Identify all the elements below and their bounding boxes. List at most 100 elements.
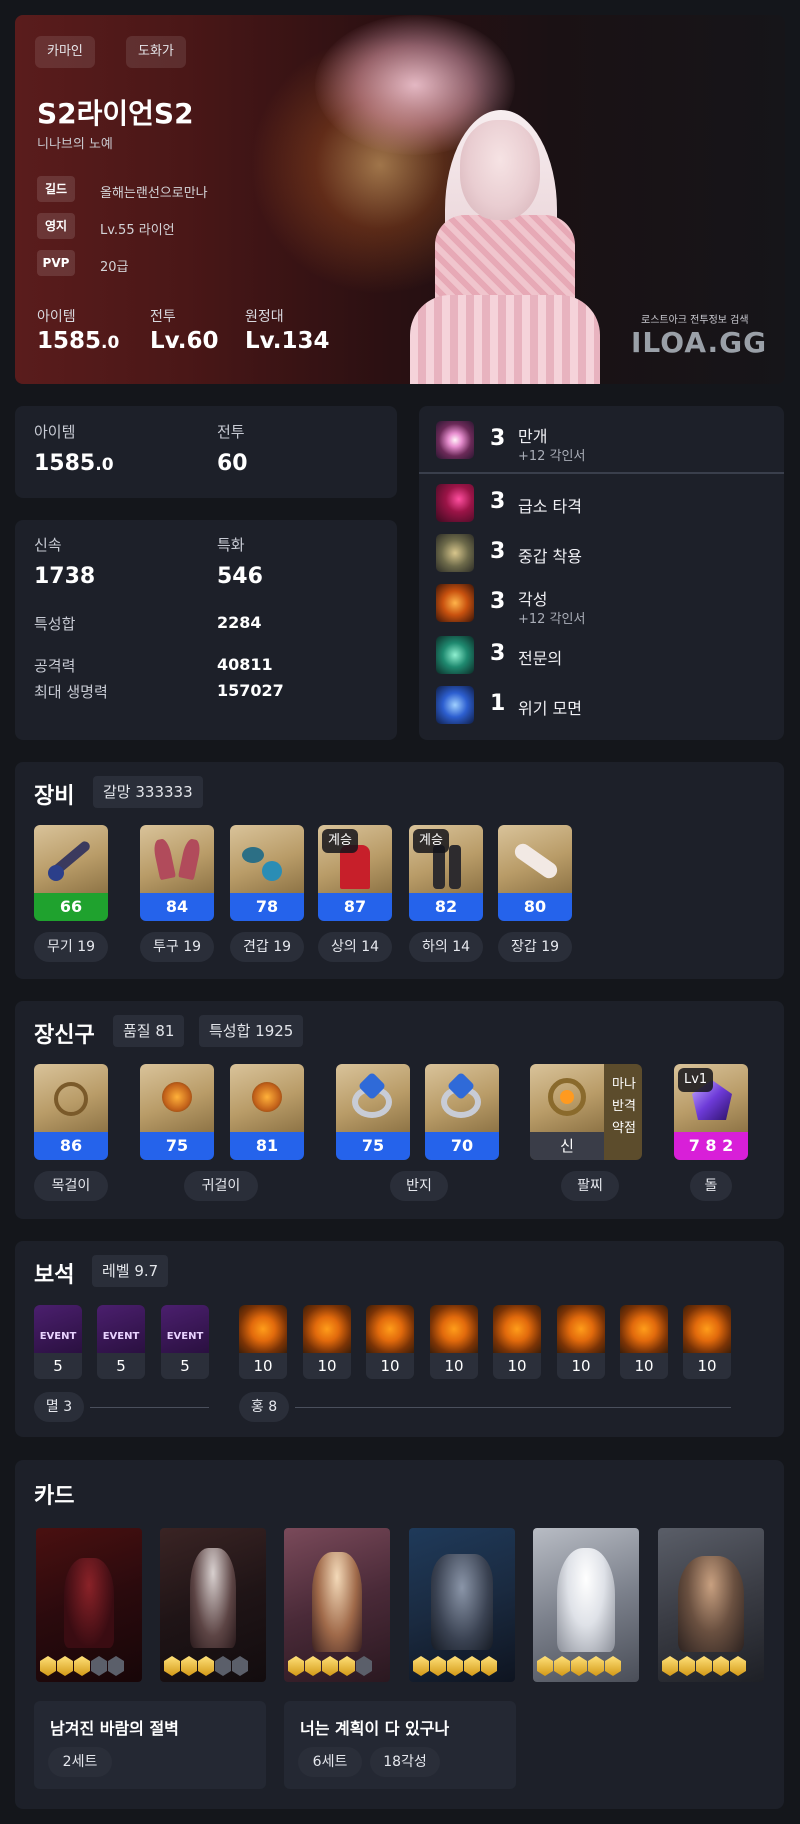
engraving-level: 3 xyxy=(490,589,506,614)
accessory-item[interactable]: 75 xyxy=(336,1064,410,1160)
item-level-label: 아이템 xyxy=(34,423,76,441)
stone-engraving-values: 7 8 2 xyxy=(674,1132,748,1160)
equipment-slot-label: 장갑 19 xyxy=(498,932,572,962)
glove-icon xyxy=(498,825,572,893)
crimson-flame-gem-icon xyxy=(303,1305,351,1353)
event-gem-text: EVENT xyxy=(166,1331,204,1342)
equipment-item[interactable]: 78 xyxy=(230,825,304,921)
guild-label: 길드 xyxy=(37,176,75,202)
gem-item[interactable]: 10 xyxy=(303,1305,351,1379)
bracelet-effect: 약점 xyxy=(612,1121,636,1136)
inherit-tag: 계승 xyxy=(413,829,449,853)
engraving-name: 만개 xyxy=(518,427,548,446)
heavy-armor-icon xyxy=(436,534,474,572)
gem-level: 5 xyxy=(97,1353,145,1379)
pvp-label: PVP xyxy=(37,250,75,276)
card-art xyxy=(312,1552,362,1652)
bloom-icon xyxy=(436,421,474,459)
engraving-book-note: +12 각인서 xyxy=(518,612,586,627)
dark-red-knight-card[interactable] xyxy=(36,1528,142,1682)
vital-strike-icon xyxy=(436,484,474,522)
equipment-slot-label: 투구 19 xyxy=(140,932,214,962)
gem-item[interactable]: 10 xyxy=(430,1305,478,1379)
card-art xyxy=(431,1554,493,1650)
equipment-item[interactable]: 80 xyxy=(498,825,572,921)
weapon-brush-icon xyxy=(34,825,108,893)
crisis-evasion-icon xyxy=(436,686,474,724)
item-quality: 66 xyxy=(34,893,108,921)
bracelet-item[interactable]: 신 마나 반격 약점 xyxy=(530,1064,642,1160)
equipment-item[interactable]: 66 xyxy=(34,825,108,921)
event-gem-icon: EVENT xyxy=(161,1305,209,1353)
ring-icon xyxy=(336,1064,410,1132)
cards-title: 카드 xyxy=(34,1484,75,1509)
equipment-slot-label: 견갑 19 xyxy=(230,932,304,962)
stone-level-tag: Lv1 xyxy=(678,1068,714,1092)
character-skirt xyxy=(410,295,600,384)
bracelet-effects: 마나 반격 약점 xyxy=(606,1074,642,1140)
crimson-flame-gem-icon xyxy=(620,1305,668,1353)
gem-item[interactable]: EVENT 5 xyxy=(34,1305,82,1379)
gem-level: 10 xyxy=(557,1353,605,1379)
accessory-item[interactable]: 81 xyxy=(230,1064,304,1160)
equipment-slot-label: 무기 19 xyxy=(34,932,108,962)
stats-panel: 신속 1738 특화 546 특성합 2284 공격력 40811 최대 생명력… xyxy=(15,520,397,740)
equipment-item[interactable]: 계승 87 xyxy=(318,825,392,921)
item-quality: 86 xyxy=(34,1132,108,1160)
awakening-icon xyxy=(436,584,474,622)
engraving-level: 3 xyxy=(490,426,506,451)
server-tag: 카마인 xyxy=(35,36,95,68)
bearded-dwarf-card[interactable] xyxy=(658,1528,764,1682)
accessory-item[interactable]: 75 xyxy=(140,1064,214,1160)
crimson-flame-gem-icon xyxy=(493,1305,541,1353)
attack-power-value: 40811 xyxy=(217,655,273,674)
item-level-value: 1585.0 xyxy=(34,451,114,476)
crimson-flame-gem-icon xyxy=(239,1305,287,1353)
gem-item[interactable]: 10 xyxy=(493,1305,541,1379)
card-set-tag: 6세트 xyxy=(298,1747,362,1777)
armored-warrior-card[interactable] xyxy=(409,1528,515,1682)
gem-level: 10 xyxy=(366,1353,414,1379)
card-set-box: 남겨진 바람의 절벽 2세트 xyxy=(34,1701,266,1789)
card-awakening-stars xyxy=(40,1656,125,1676)
gems-title: 보석 xyxy=(34,1263,75,1288)
gem-item[interactable]: 10 xyxy=(557,1305,605,1379)
gem-item[interactable]: 10 xyxy=(620,1305,668,1379)
gem-group-label-damage: 멸 3 xyxy=(34,1392,84,1422)
inherit-tag: 계승 xyxy=(322,829,358,853)
ability-stone-item[interactable]: Lv1 7 8 2 xyxy=(674,1064,748,1160)
equipment-item[interactable]: 계승 82 xyxy=(409,825,483,921)
engraving-name: 위기 모면 xyxy=(518,699,582,718)
gem-item[interactable]: 10 xyxy=(239,1305,287,1379)
equipment-slot-label: 상의 14 xyxy=(318,932,392,962)
hero-combat-level-value: Lv.60 xyxy=(150,328,219,354)
gem-item[interactable]: EVENT 5 xyxy=(97,1305,145,1379)
helmet-icon xyxy=(140,825,214,893)
gem-item[interactable]: 10 xyxy=(366,1305,414,1379)
card-set-tag: 2세트 xyxy=(48,1747,112,1777)
gem-group-divider xyxy=(295,1407,731,1408)
gem-level-badge: 레벨 9.7 xyxy=(92,1255,169,1287)
accessory-stat-sum-badge: 특성합 1925 xyxy=(199,1015,304,1047)
max-hp-value: 157027 xyxy=(217,681,284,700)
gem-level: 10 xyxy=(239,1353,287,1379)
swiftness-label: 신속 xyxy=(34,536,62,554)
white-sage-card[interactable] xyxy=(533,1528,639,1682)
equipment-item[interactable]: 84 xyxy=(140,825,214,921)
gem-item[interactable]: EVENT 5 xyxy=(161,1305,209,1379)
gem-item[interactable]: 10 xyxy=(683,1305,731,1379)
gem-level: 10 xyxy=(620,1353,668,1379)
card-awakening-stars xyxy=(164,1656,249,1676)
stat-sum-value: 2284 xyxy=(217,613,262,632)
estate-label: 영지 xyxy=(37,213,75,239)
card-art xyxy=(557,1548,615,1652)
pale-swordsman-card[interactable] xyxy=(160,1528,266,1682)
event-gem-text: EVENT xyxy=(39,1331,77,1342)
accessory-label-stone: 돌 xyxy=(690,1171,732,1201)
gem-group-label-cooldown: 홍 8 xyxy=(239,1392,289,1422)
blonde-noble-card[interactable] xyxy=(284,1528,390,1682)
engraving-name: 각성 xyxy=(518,590,548,609)
accessory-item[interactable]: 86 xyxy=(34,1064,108,1160)
gem-level: 5 xyxy=(34,1353,82,1379)
accessory-item[interactable]: 70 xyxy=(425,1064,499,1160)
